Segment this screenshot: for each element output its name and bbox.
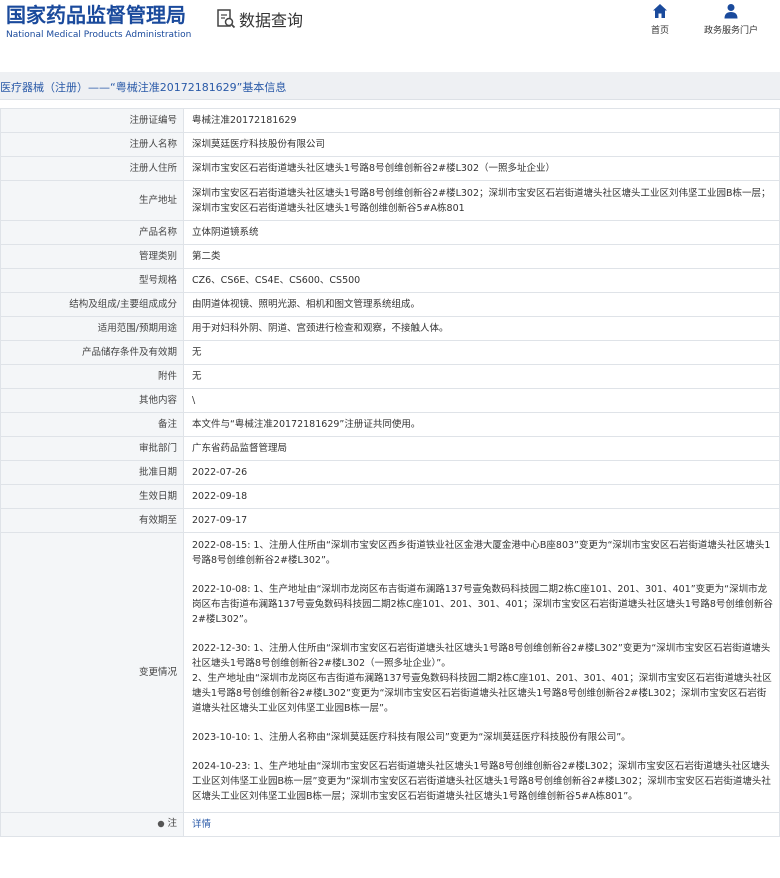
row-value: 深圳市宝安区石岩街道塘头社区塘头1号路8号创维创新谷2#楼L302（一照多址企业… xyxy=(183,156,780,181)
row-value: \ xyxy=(183,388,780,413)
row-value: 广东省药品监督管理局 xyxy=(183,436,780,461)
row-label: 变更情况 xyxy=(0,532,184,813)
details-link[interactable]: 详情 xyxy=(192,819,211,830)
table-row: 其他内容 \ xyxy=(0,388,780,413)
table-row: 适用范围/预期用途 用于对妇科外阴、阴道、宫颈进行检查和观察，不接触人体。 xyxy=(0,316,780,341)
data-query-heading: 数据查询 xyxy=(216,7,303,31)
change-text: 2023-10-10: 1、注册人名称由“深圳莫廷医疗科技有限公司”变更为“深圳… xyxy=(192,732,631,743)
table-row: 注册证编号 粤械注准20172181629 xyxy=(0,108,780,133)
table-row: 产品储存条件及有效期 无 xyxy=(0,340,780,365)
row-value: CZ6、CS6E、CS4E、CS600、CS500 xyxy=(183,268,780,293)
row-value: 无 xyxy=(183,364,780,389)
nav-home[interactable]: 首页 xyxy=(651,3,669,36)
table-row: 生产地址 深圳市宝安区石岩街道塘头社区塘头1号路8号创维创新谷2#楼L302；深… xyxy=(0,180,780,221)
table-row: 结构及组成/主要组成成分 由阴道体视镜、照明光源、相机和图文管理系统组成。 xyxy=(0,292,780,317)
table-row: 注 详情 xyxy=(0,812,780,837)
change-text: 2022-08-15: 1、注册人住所由“深圳市宝安区西乡街道铁业社区金港大厦金… xyxy=(192,540,771,566)
row-label: 型号规格 xyxy=(0,268,184,293)
row-value: 第二类 xyxy=(183,244,780,269)
row-value: 深圳市宝安区石岩街道塘头社区塘头1号路8号创维创新谷2#楼L302；深圳市宝安区… xyxy=(183,180,780,221)
row-value: 本文件与“粤械注准20172181629”注册证共同使用。 xyxy=(183,412,780,437)
row-label: 注册人住所 xyxy=(0,156,184,181)
row-value: 详情 xyxy=(183,812,780,837)
change-history: 2022-08-15: 1、注册人住所由“深圳市宝安区西乡街道铁业社区金港大厦金… xyxy=(183,532,780,813)
row-label: 其他内容 xyxy=(0,388,184,413)
row-value: 无 xyxy=(183,340,780,365)
note-label-text: 注 xyxy=(167,818,177,830)
change-text: 2024-10-23: 1、生产地址由“深圳市宝安区石岩街道塘头社区塘头1号路8… xyxy=(192,761,771,802)
row-label: 附件 xyxy=(0,364,184,389)
table-row: 管理类别 第二类 xyxy=(0,244,780,269)
row-label: 生效日期 xyxy=(0,484,184,509)
data-query-label: 数据查询 xyxy=(239,11,304,30)
note-label: 注 xyxy=(157,816,177,831)
row-label: 有效期至 xyxy=(0,508,184,533)
change-entry: 2022-08-15: 1、注册人住所由“深圳市宝安区西乡街道铁业社区金港大厦金… xyxy=(192,538,773,568)
row-label: 管理类别 xyxy=(0,244,184,269)
row-label: 产品名称 xyxy=(0,220,184,245)
registration-info-table: 注册证编号 粤械注准20172181629 注册人名称 深圳莫廷医疗科技股份有限… xyxy=(0,108,780,837)
logo-title-cn: 国家药品监督管理局 xyxy=(6,3,186,27)
table-row: 生效日期 2022-09-18 xyxy=(0,484,780,509)
row-value: 用于对妇科外阴、阴道、宫颈进行检查和观察，不接触人体。 xyxy=(183,316,780,341)
change-entry: 2024-10-23: 1、生产地址由“深圳市宝安区石岩街道塘头社区塘头1号路8… xyxy=(192,759,773,804)
row-value: 深圳莫廷医疗科技股份有限公司 xyxy=(183,132,780,157)
user-icon xyxy=(724,4,738,19)
table-row: 有效期至 2027-09-17 xyxy=(0,508,780,533)
nav-service-portal[interactable]: 政务服务门户 xyxy=(704,3,758,36)
row-value: 立体阴道镜系统 xyxy=(183,220,780,245)
row-label: 适用范围/预期用途 xyxy=(0,316,184,341)
nav-service-label: 政务服务门户 xyxy=(704,26,759,36)
change-entry: 2023-10-10: 1、注册人名称由“深圳莫廷医疗科技有限公司”变更为“深圳… xyxy=(192,730,773,745)
row-value: 2027-09-17 xyxy=(183,508,780,533)
row-label: 批准日期 xyxy=(0,460,184,485)
row-label: 产品储存条件及有效期 xyxy=(0,340,184,365)
table-row: 备注 本文件与“粤械注准20172181629”注册证共同使用。 xyxy=(0,412,780,437)
table-row: 注册人住所 深圳市宝安区石岩街道塘头社区塘头1号路8号创维创新谷2#楼L302（… xyxy=(0,156,780,181)
document-search-icon xyxy=(217,9,236,29)
row-label: 注册证编号 xyxy=(0,108,184,133)
row-label: 注 xyxy=(0,812,184,837)
row-value: 2022-07-26 xyxy=(183,460,780,485)
home-icon xyxy=(653,4,667,18)
table-row: 注册人名称 深圳莫廷医疗科技股份有限公司 xyxy=(0,132,780,157)
row-label: 注册人名称 xyxy=(0,132,184,157)
logo-title-en: National Medical Products Administration xyxy=(6,30,192,40)
change-text: 2、生产地址由“深圳市龙岗区布吉街道布澜路137号壹兔数码科技园二期2栋C座10… xyxy=(192,673,772,714)
change-text: 2022-12-30: 1、注册人住所由“深圳市宝安区石岩街道塘头社区塘头1号路… xyxy=(192,643,771,669)
table-row: 批准日期 2022-07-26 xyxy=(0,460,780,485)
table-row: 产品名称 立体阴道镜系统 xyxy=(0,220,780,245)
row-value: 由阴道体视镜、照明光源、相机和图文管理系统组成。 xyxy=(183,292,780,317)
table-row: 型号规格 CZ6、CS6E、CS4E、CS600、CS500 xyxy=(0,268,780,293)
site-header: 国家药品监督管理局 National Medical Products Admi… xyxy=(0,0,780,62)
table-row: 变更情况 2022-08-15: 1、注册人住所由“深圳市宝安区西乡街道铁业社区… xyxy=(0,532,780,813)
page-title: 医疗器械（注册）——“粤械注准20172181629”基本信息 xyxy=(0,81,287,94)
change-entry: 2022-10-08: 1、生产地址由“深圳市龙岗区布吉街道布澜路137号壹兔数… xyxy=(192,582,773,627)
row-label: 生产地址 xyxy=(0,180,184,221)
table-row: 附件 无 xyxy=(0,364,780,389)
change-text: 2022-10-08: 1、生产地址由“深圳市龙岗区布吉街道布澜路137号壹兔数… xyxy=(192,584,773,625)
row-value: 粤械注准20172181629 xyxy=(183,108,780,133)
page-title-bar: 医疗器械（注册）——“粤械注准20172181629”基本信息 xyxy=(0,72,780,100)
site-logo[interactable]: 国家药品监督管理局 National Medical Products Admi… xyxy=(6,2,191,41)
table-row: 审批部门 广东省药品监督管理局 xyxy=(0,436,780,461)
row-value: 2022-09-18 xyxy=(183,484,780,509)
bullet-icon xyxy=(158,820,165,827)
row-label: 备注 xyxy=(0,412,184,437)
change-entry: 2022-12-30: 1、注册人住所由“深圳市宝安区石岩街道塘头社区塘头1号路… xyxy=(192,641,773,716)
row-label: 审批部门 xyxy=(0,436,184,461)
row-label: 结构及组成/主要组成成分 xyxy=(0,292,184,317)
nav-home-label: 首页 xyxy=(651,26,670,36)
